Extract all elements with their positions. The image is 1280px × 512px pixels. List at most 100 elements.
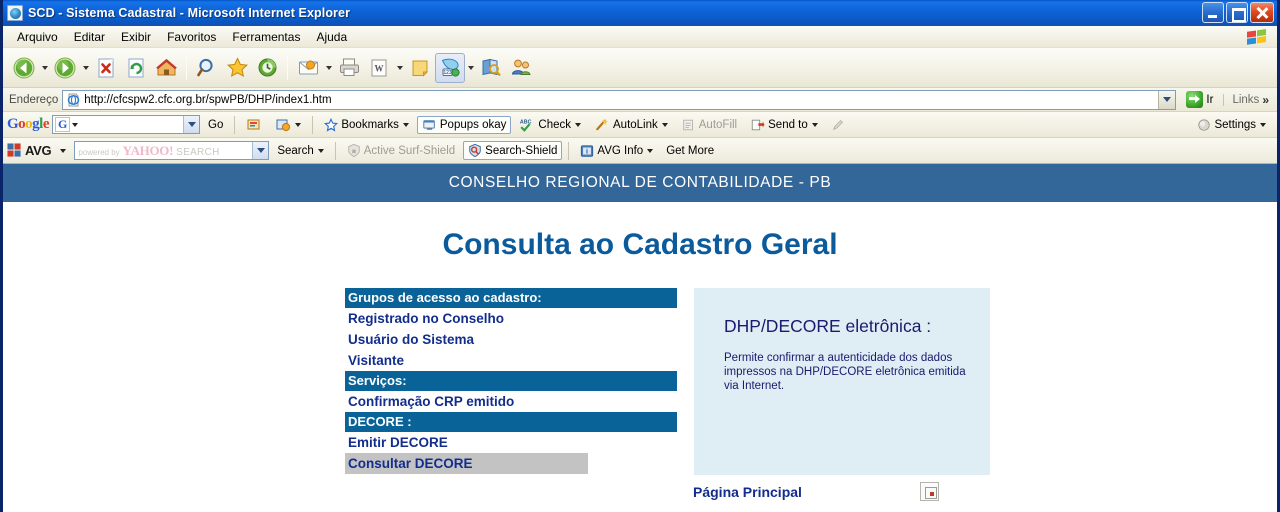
avg-active-surf-shield[interactable]: Active Surf-Shield [342, 141, 460, 160]
avg-search-button[interactable]: Search [272, 143, 328, 159]
windows-flag-icon [1247, 29, 1266, 45]
chevron-down-icon [661, 122, 668, 127]
forward-button[interactable] [50, 53, 80, 83]
messenger-button[interactable]: 123 [435, 52, 465, 83]
menu-item-exibir[interactable]: Exibir [113, 28, 159, 46]
menu-link-usuario-do-sistema[interactable]: Usuário do Sistema [345, 329, 677, 350]
google-sendto-button[interactable]: Send to [745, 116, 823, 134]
menu-item-ferramentas[interactable]: Ferramentas [224, 28, 308, 46]
links-button[interactable]: Links » [1223, 93, 1273, 106]
access-menu: Grupos de acesso ao cadastro: Registrado… [345, 288, 677, 474]
back-button[interactable] [9, 53, 39, 83]
research-button[interactable] [476, 53, 506, 83]
sticky-note-icon [412, 60, 429, 77]
info-panel-text: Permite confirmar a autenticidade dos da… [724, 352, 966, 392]
avg-search-shield-label: Search-Shield [485, 144, 558, 157]
menu-item-arquivo[interactable]: Arquivo [9, 28, 66, 46]
home-button[interactable] [151, 53, 181, 83]
avg-search-input[interactable]: powered by YAHOO! SEARCH [74, 141, 270, 160]
favorites-button[interactable] [222, 53, 252, 83]
stop-button[interactable] [91, 53, 121, 83]
search-button[interactable] [192, 53, 222, 83]
menu-bar: Arquivo Editar Exibir Favoritos Ferramen… [3, 26, 1277, 48]
google-highlight-button[interactable] [241, 115, 267, 135]
avg-search-shield[interactable]: Search-Shield [463, 141, 563, 160]
print-button[interactable] [334, 53, 364, 83]
toolbar-divider [334, 141, 336, 160]
google-logo-e: e [42, 116, 50, 132]
google-bookmarks-button[interactable]: Bookmarks [319, 116, 414, 134]
avg-search-dropdown-icon[interactable] [252, 142, 269, 159]
history-button[interactable] [252, 53, 282, 83]
word-document-icon: W [371, 59, 387, 76]
chevron-down-icon[interactable] [1158, 90, 1176, 109]
menu-link-visitante[interactable]: Visitante [345, 350, 677, 371]
chevron-down-icon [295, 122, 302, 127]
go-button[interactable]: Ir [1180, 91, 1219, 108]
google-autofill-button[interactable]: AutoFill [676, 116, 742, 134]
highlight-icon [247, 119, 260, 129]
restore-button[interactable] [1226, 2, 1248, 23]
edit-button[interactable]: W [364, 53, 394, 83]
page-content: Grupos de acesso ao cadastro: Registrado… [3, 288, 1277, 475]
avg-get-more-label: Get More [666, 144, 715, 157]
ie-document-icon [7, 5, 23, 21]
close-button[interactable] [1250, 2, 1274, 23]
menu-link-emitir-decore[interactable]: Emitir DECORE [345, 432, 677, 453]
window-title: SCD - Sistema Cadastral - Microsoft Inte… [28, 6, 351, 20]
menu-item-favoritos[interactable]: Favoritos [159, 28, 224, 46]
mail-button[interactable] [293, 53, 323, 83]
minimize-button[interactable] [1202, 2, 1224, 23]
google-search-dropdown-icon[interactable] [183, 116, 200, 133]
stop-icon [98, 58, 114, 77]
autofill-form-icon [683, 119, 693, 130]
chevron-down-icon [317, 148, 324, 153]
page-footer: Página Principal [3, 482, 1277, 501]
menu-item-ajuda[interactable]: Ajuda [308, 28, 355, 46]
menu-link-confirmacao-crp-emitido[interactable]: Confirmação CRP emitido [345, 391, 677, 412]
settings-circle-icon [1198, 118, 1211, 131]
google-popups-button[interactable]: Popups okay [416, 115, 512, 134]
edit-dropdown-arrow[interactable] [394, 53, 405, 83]
broken-image-icon [919, 482, 939, 501]
avg-active-surf-shield-label: Active Surf-Shield [363, 144, 456, 157]
ie-page-icon [67, 93, 80, 106]
google-go-link[interactable]: Go [203, 117, 228, 133]
menu-item-editar[interactable]: Editar [66, 28, 113, 46]
notes-button[interactable] [405, 53, 435, 83]
refresh-icon [128, 58, 144, 77]
toolbar-divider [312, 115, 314, 134]
title-bar: SCD - Sistema Cadastral - Microsoft Inte… [3, 0, 1277, 26]
history-clock-icon [258, 58, 276, 77]
google-options-button[interactable] [270, 115, 306, 135]
menu-link-consultar-decore[interactable]: Consultar DECORE [345, 453, 588, 474]
address-input[interactable]: http://cfcspw2.cfc.org.br/spwPB/DHP/inde… [62, 89, 1177, 110]
google-check-button[interactable]: ABC Check [514, 115, 586, 134]
messenger-dropdown-arrow[interactable] [465, 53, 476, 83]
footer-home-link[interactable]: Página Principal [693, 484, 802, 500]
google-search-input[interactable]: G [52, 115, 201, 134]
mail-dropdown-arrow[interactable] [323, 53, 334, 83]
chevron-down-icon [402, 122, 409, 127]
refresh-button[interactable] [121, 53, 151, 83]
chevron-down-icon[interactable] [72, 122, 79, 127]
google-settings-button[interactable]: Settings [1192, 116, 1271, 134]
avg-logo-dropdown[interactable] [54, 147, 71, 155]
chevron-down-icon [647, 148, 654, 153]
google-toolbar: Google G Go Bookmarks Popups okay ABC Ch… [3, 112, 1277, 138]
avg-get-more-button[interactable]: Get More [661, 143, 719, 159]
google-pencil-button[interactable] [826, 116, 850, 134]
google-autolink-button[interactable]: AutoLink [589, 115, 673, 134]
avg-info-button[interactable]: i AVG Info [575, 142, 658, 160]
info-panel: DHP/DECORE eletrônica : Permite confirma… [694, 288, 990, 475]
avg-search-watermark: powered by YAHOO! SEARCH [78, 143, 252, 159]
watermark-search: SEARCH [176, 146, 220, 158]
watermark-powered: powered by [78, 147, 120, 157]
avg-toolbar: AVG powered by YAHOO! SEARCH Search Acti… [3, 138, 1277, 164]
menu-link-registrado-no-conselho[interactable]: Registrado no Conselho [345, 308, 677, 329]
discuss-button[interactable] [506, 53, 536, 83]
google-check-label: Check [538, 118, 571, 131]
options-icon [276, 119, 291, 131]
back-dropdown-arrow[interactable] [39, 53, 50, 83]
forward-dropdown-arrow[interactable] [80, 53, 91, 83]
